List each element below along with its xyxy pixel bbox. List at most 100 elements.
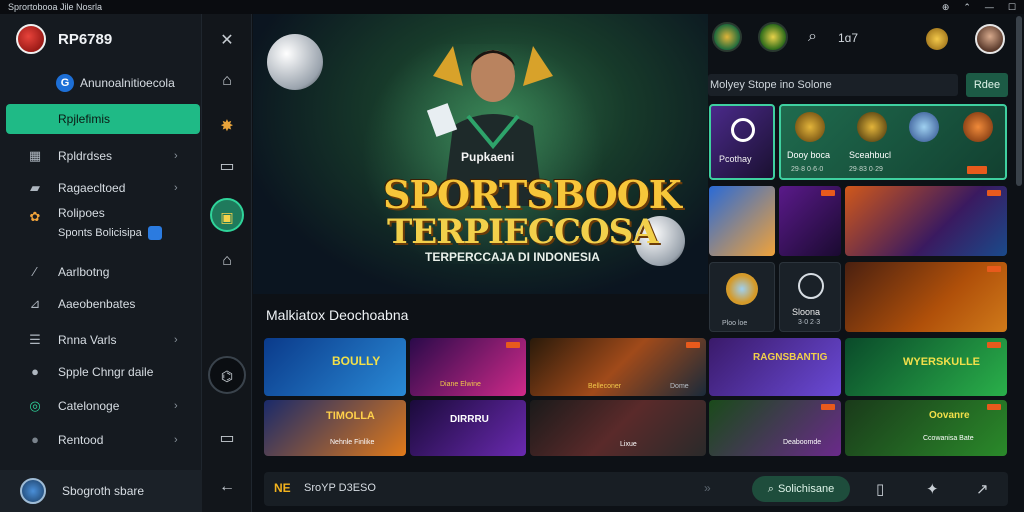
game-card[interactable]: Diane Elwine xyxy=(410,338,526,396)
game-card[interactable]: Lixue xyxy=(530,400,706,456)
search-value: 1ɑ7 xyxy=(838,31,859,45)
game-card[interactable]: BOULLY xyxy=(264,338,406,396)
list-icon: ☰ xyxy=(29,332,41,347)
status-badge xyxy=(987,190,1001,196)
sidebar-item-3[interactable]: ✿ Rolipoes Sponts Bolicisipa xyxy=(0,206,200,242)
expand-icon[interactable]: ⌬ xyxy=(208,356,246,394)
club-badge-icon xyxy=(909,112,939,142)
game-card[interactable]: Oovanre Ccowanisa Bate xyxy=(845,400,1007,456)
sidebar-item-active[interactable]: Rpjlefimis xyxy=(6,104,200,134)
game-card[interactable]: TIMOLLA Nehnle Finlike xyxy=(264,400,406,456)
game-card-title: BOULLY xyxy=(332,354,381,368)
game-card[interactable]: Belleconer Dome xyxy=(530,338,706,396)
play-icon xyxy=(731,118,755,142)
game-card-title: RAGNSBANTIG xyxy=(753,352,828,363)
hero-player-name: Pupkaeni xyxy=(461,150,515,164)
timer-icon xyxy=(798,273,824,299)
maximize-icon[interactable]: ☐ xyxy=(1008,2,1016,13)
hero-banner[interactable]: Pupkaeni SPORTSBOOK TERPIECCOSA TERPERCC… xyxy=(253,14,708,294)
share-icon[interactable]: ↗ xyxy=(976,480,989,498)
sidebar-item-label: Rolipoes xyxy=(58,206,105,220)
user-icon: ● xyxy=(31,364,39,379)
bottom-text: SroYP D3ESO xyxy=(304,482,376,494)
chevron-right-icon: › xyxy=(174,182,178,194)
sidebar-item-9[interactable]: ● Rentood › xyxy=(0,428,200,452)
close-icon[interactable]: ✕ xyxy=(216,30,238,52)
avatar[interactable] xyxy=(975,24,1005,54)
sidebar-item-7[interactable]: ● Spple Chngr daile xyxy=(0,360,200,384)
user-footer-label: Sbogroth sbare xyxy=(62,484,145,498)
gear-icon[interactable]: ✸ xyxy=(216,116,238,138)
window-title: Sprortobooa Jile Nosrla xyxy=(8,2,103,12)
sidebar-item-8[interactable]: ◎ Catelonoge › xyxy=(0,394,200,418)
bookmark-icon[interactable]: ▯ xyxy=(876,480,884,498)
search-icon[interactable]: ⌕ xyxy=(808,28,817,46)
search-button[interactable]: Rdee xyxy=(966,73,1008,97)
back-icon[interactable]: ← xyxy=(216,476,238,498)
bottom-logo[interactable]: NE xyxy=(274,481,291,495)
dot-icon: ● xyxy=(31,432,39,447)
globe-icon[interactable]: ⊕ xyxy=(942,2,950,13)
game-card[interactable]: Deaboomde xyxy=(709,400,841,456)
sidebar-item-2[interactable]: ▰ Ragaecltoed › xyxy=(0,176,200,200)
panel-icon[interactable]: ▭ xyxy=(216,428,238,450)
club-badge-icon[interactable] xyxy=(712,22,742,52)
ticket-icon[interactable]: ⌂ xyxy=(216,250,238,272)
hero-title-line1: SPORTSBOOK xyxy=(383,172,682,217)
medal-icon[interactable] xyxy=(926,28,948,50)
sidebar: RP6789 G Anunoalnitioecola Rpjlefimis ▦ … xyxy=(0,14,202,512)
avatar xyxy=(20,478,46,504)
game-card-title: TIMOLLA xyxy=(326,410,375,422)
featured-card[interactable]: Pcothay xyxy=(709,104,775,180)
mini-card[interactable]: Ploo loe xyxy=(709,262,775,332)
mini-card-label: Sloona xyxy=(792,307,821,317)
solicit-button[interactable]: ⌕ Solichisane xyxy=(752,476,850,502)
sidebar-item-4[interactable]: ⁄ Aarlbotng xyxy=(0,260,200,284)
minimize-icon[interactable]: — xyxy=(985,2,994,13)
chart-icon: ⊿ xyxy=(29,296,41,311)
sidebar-item-1[interactable]: ▦ Rpldrdses › xyxy=(0,144,200,168)
settings-icon[interactable]: ✦ xyxy=(926,480,939,498)
home-icon[interactable]: ⌂ xyxy=(216,70,238,92)
sidebar-item-label: Rentood xyxy=(58,433,104,447)
bottom-bar: NE SroYP D3ESO » ⌕ Solichisane ▯ ✦ ↗ xyxy=(264,472,1008,506)
game-card-caption: Belleconer xyxy=(588,383,622,390)
trophy-icon[interactable]: ▣ xyxy=(210,198,244,232)
featured-card-wide[interactable]: Dooy boca 29·8 0·6·0 Sceahbucl 29·83 0·2… xyxy=(779,104,1007,180)
scrollbar[interactable] xyxy=(1016,16,1022,186)
bag-icon[interactable]: ▭ xyxy=(216,156,238,178)
game-card[interactable] xyxy=(845,262,1007,332)
club-badge-icon xyxy=(857,112,887,142)
search-icon: ⌕ xyxy=(767,482,774,495)
game-card[interactable]: DIRRRU xyxy=(410,400,526,456)
club-badge-icon xyxy=(795,112,825,142)
brand-logo[interactable]: RP6789 xyxy=(16,24,112,54)
target-icon: ◎ xyxy=(29,398,41,413)
game-card-caption: Ccowanisa Bate xyxy=(923,435,974,442)
club-badge-icon[interactable] xyxy=(758,22,788,52)
sidebar-item-6[interactable]: ☰ Rnna Varls › xyxy=(0,328,200,352)
game-card[interactable] xyxy=(709,186,775,256)
search-input[interactable]: Molyey Stope ino Solone xyxy=(708,74,958,96)
mini-card[interactable]: Sloona 3·0 2·3 xyxy=(779,262,841,332)
user-profile-footer[interactable]: Sbogroth sbare xyxy=(0,470,202,512)
solicit-button-label: Solichisane xyxy=(777,483,835,495)
game-card[interactable] xyxy=(779,186,841,256)
game-card[interactable]: WYERSKULLE xyxy=(845,338,1007,396)
game-card-caption: Deaboomde xyxy=(783,439,822,446)
sidebar-item-5[interactable]: ⊿ Aaeobenbates xyxy=(0,292,200,316)
game-card[interactable]: RAGNSBANTIG xyxy=(709,338,841,396)
sidebar-item-label: Aarlbotng xyxy=(58,265,110,279)
club-badge-icon xyxy=(963,112,993,142)
folder-icon: ▰ xyxy=(30,180,40,195)
double-chevron-icon[interactable]: » xyxy=(704,481,711,495)
featured-card-sub: 29·8 0·6·0 xyxy=(791,166,824,173)
sub-account-link[interactable]: G Anunoalnitioecola xyxy=(56,74,175,92)
coin-icon xyxy=(726,273,758,305)
sidebar-item-label: Aaeobenbates xyxy=(58,297,136,311)
account-icon: G xyxy=(56,74,74,92)
game-card[interactable] xyxy=(845,186,1007,256)
badge-icon: ✿ xyxy=(29,209,41,224)
chevron-up-icon[interactable]: ⌃ xyxy=(963,2,971,13)
status-badge xyxy=(506,342,520,348)
